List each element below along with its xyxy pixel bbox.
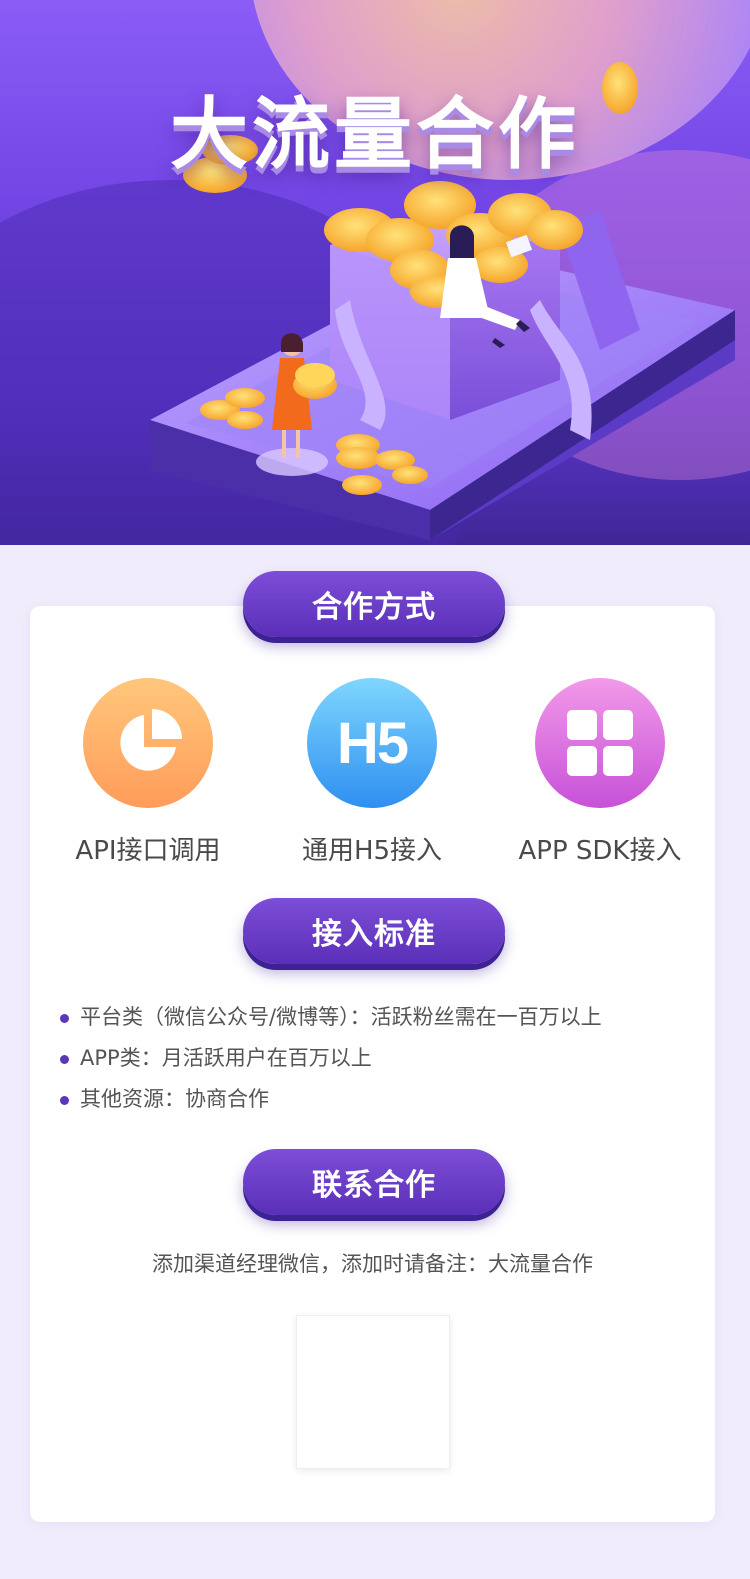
standard-text: 其他资源：协商合作 xyxy=(80,1087,269,1111)
method-app-sdk[interactable]: APP SDK接入 xyxy=(485,670,715,867)
section-title-standards: 接入标准 xyxy=(243,898,505,964)
section-title-methods: 合作方式 xyxy=(243,571,505,637)
contact-instructions: 添加渠道经理微信，添加时请备注：大流量合作 xyxy=(152,1252,593,1276)
methods-list: API接口调用 H5 通用H5接入 APP SDK接入 xyxy=(30,670,715,870)
h5-icon-text: H5 xyxy=(336,710,409,776)
method-h5[interactable]: H5 通用H5接入 xyxy=(257,670,487,867)
list-item: APP类：月活跃用户在百万以上 xyxy=(60,1038,700,1079)
list-item: 其他资源：协商合作 xyxy=(60,1079,700,1120)
method-label: 通用H5接入 xyxy=(301,836,443,866)
bullet-dot xyxy=(60,1014,69,1023)
standard-text: APP类：月活跃用户在百万以上 xyxy=(80,1046,372,1070)
app-grid-icon xyxy=(535,678,665,808)
method-label: APP SDK接入 xyxy=(518,836,682,866)
section-title-contact: 联系合作 xyxy=(243,1149,505,1215)
standard-text: 平台类（微信公众号/微博等）：活跃粉丝需在一百万以上 xyxy=(80,1005,602,1029)
standards-list: 平台类（微信公众号/微博等）：活跃粉丝需在一百万以上 APP类：月活跃用户在百万… xyxy=(60,997,700,1120)
pie-chart-icon xyxy=(83,678,213,808)
list-item: 平台类（微信公众号/微博等）：活跃粉丝需在一百万以上 xyxy=(60,997,700,1038)
hero-banner: 大流量合作 xyxy=(0,0,750,545)
method-label: API接口调用 xyxy=(75,836,221,866)
hero-title: 大流量合作 xyxy=(169,90,580,180)
bullet-dot xyxy=(60,1096,69,1105)
bullet-dot xyxy=(60,1055,69,1064)
h5-icon: H5 xyxy=(307,678,437,808)
wechat-qr-code[interactable] xyxy=(296,1315,450,1469)
method-api[interactable]: API接口调用 xyxy=(33,670,263,867)
